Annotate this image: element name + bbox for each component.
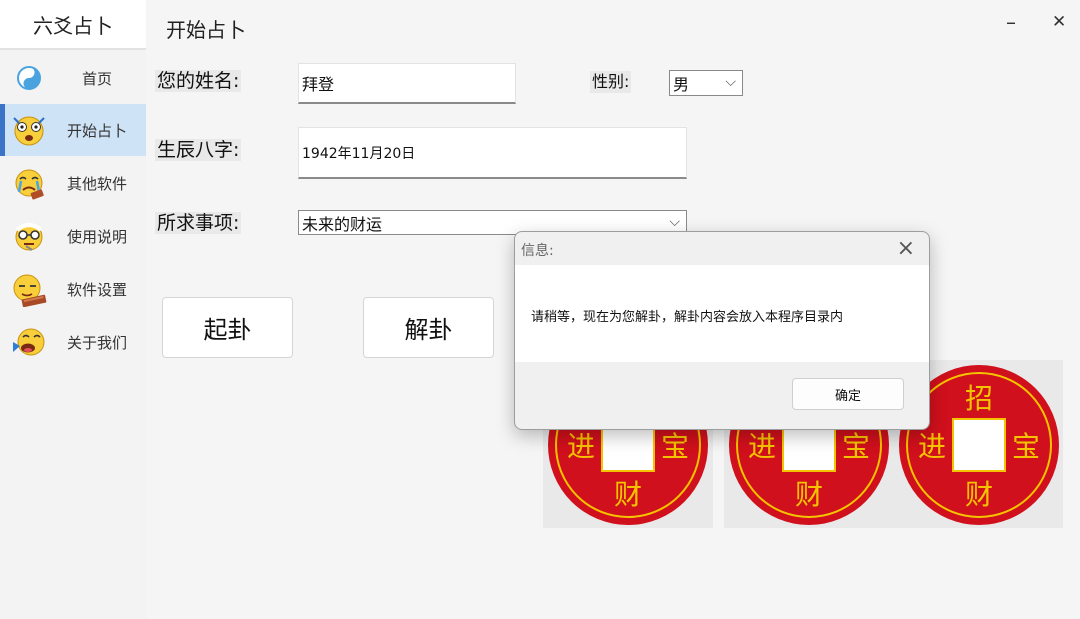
sidebar: 六爻占卜 首页 开始占卜 其他软件 使用说明 软件设置 关于我们 — [0, 0, 146, 619]
page-title: 开始占卜 — [166, 18, 246, 42]
laughing-emoji-icon — [13, 328, 45, 356]
coin-char-left: 进 — [918, 430, 946, 463]
gender-value: 男 — [673, 75, 690, 94]
coin-char-right: 宝 — [661, 430, 689, 463]
sidebar-item-settings[interactable]: 软件设置 — [0, 263, 146, 315]
chevron-down-icon: ⌵ — [725, 74, 736, 90]
dialog-ok-button[interactable]: 确定 — [792, 378, 904, 410]
dialog-close-icon[interactable]: × — [897, 236, 915, 261]
sidebar-item-instructions[interactable]: 使用说明 — [0, 210, 146, 262]
shocked-emoji-icon — [13, 116, 45, 146]
sidebar-item-label: 其他软件 — [66, 174, 127, 193]
interpret-button[interactable]: 解卦 — [363, 297, 494, 358]
name-label: 您的姓名: — [155, 70, 242, 92]
sidebar-item-other-software[interactable]: 其他软件 — [0, 157, 146, 209]
birth-input[interactable]: 1942年11月20日 — [298, 127, 687, 179]
yin-yang-icon — [17, 66, 41, 90]
dialog-title: 信息: — [521, 243, 554, 259]
dialog-body: 请稍等，现在为您解卦，解卦内容会放入本程序目录内 — [515, 265, 929, 362]
coin-char-right: 宝 — [1012, 430, 1040, 463]
coin-char-left: 进 — [748, 430, 776, 463]
matter-value: 未来的财运 — [302, 214, 383, 234]
nerd-emoji-icon — [15, 223, 43, 251]
sidebar-item-label: 关于我们 — [66, 333, 127, 352]
crying-emoji-icon — [15, 169, 44, 200]
sidebar-item-start-divination[interactable]: 开始占卜 — [0, 104, 146, 156]
info-dialog: 信息: × 请稍等，现在为您解卦，解卦内容会放入本程序目录内 确定 — [514, 231, 930, 430]
chevron-down-icon: ⌵ — [669, 214, 680, 230]
gender-label: 性别: — [590, 71, 632, 93]
coin-char-bottom: 财 — [795, 478, 823, 511]
dialog-message: 请稍等，现在为您解卦，解卦内容会放入本程序目录内 — [531, 310, 844, 325]
coin-char-top: 招 — [965, 382, 993, 415]
sleepy-emoji-icon — [13, 274, 47, 307]
sidebar-item-home[interactable]: 首页 — [0, 52, 146, 104]
matter-label: 所求事项: — [155, 212, 242, 234]
birth-label: 生辰八字: — [155, 139, 242, 161]
minimize-button[interactable]: – — [1006, 10, 1016, 34]
app-title: 六爻占卜 — [0, 0, 146, 50]
coin-char-bottom: 财 — [614, 478, 642, 511]
coin-char-bottom: 财 — [965, 478, 993, 511]
close-button[interactable]: ✕ — [1052, 12, 1066, 32]
name-input[interactable]: 拜登 — [298, 63, 516, 104]
coin-char-left: 进 — [567, 430, 595, 463]
cast-button[interactable]: 起卦 — [162, 297, 293, 358]
coin-char-right: 宝 — [842, 430, 870, 463]
sidebar-item-label: 使用说明 — [66, 227, 127, 246]
sidebar-item-label: 开始占卜 — [66, 121, 127, 140]
gender-select[interactable]: 男 ⌵ — [669, 70, 743, 96]
sidebar-item-label: 软件设置 — [66, 280, 127, 299]
sidebar-item-label: 首页 — [81, 69, 112, 88]
sidebar-item-about-us[interactable]: 关于我们 — [0, 316, 146, 368]
